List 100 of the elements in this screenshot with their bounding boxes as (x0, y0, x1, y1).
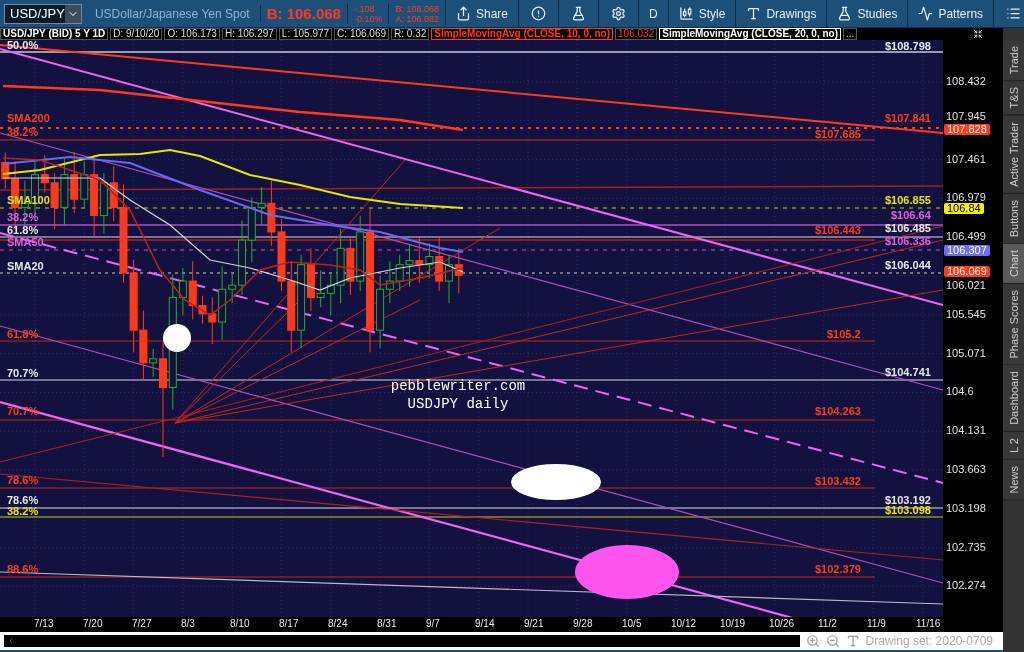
price-level-label: $103.098 (885, 505, 931, 516)
date-label: 7/20 (83, 618, 103, 629)
price-level-label: $103.432 (815, 476, 861, 487)
candlestick (415, 237, 424, 284)
chart-note: USDJPY daily (407, 396, 509, 412)
bid-price: B: 106.068 (259, 5, 347, 22)
fibonacci-label: SMA20 (7, 261, 44, 272)
date-label: 9/7 (426, 618, 440, 629)
price-tick: 103.198 (946, 501, 986, 514)
fibonacci-label: 38.2% (7, 506, 39, 517)
date-label: 11/16 (916, 618, 941, 629)
candlestick (70, 151, 79, 214)
candlestick-icon (678, 6, 694, 21)
toolbar-button[interactable]: Style (667, 0, 736, 27)
price-tick: 105.545 (946, 307, 986, 320)
fibonacci-label: 78.6% (7, 475, 39, 486)
toolbar-button[interactable]: Patterns (907, 0, 994, 27)
fibonacci-label: SMA200 (7, 113, 50, 124)
zoom-out-icon[interactable] (825, 634, 840, 648)
ohlc-value: R: 0.32 (391, 28, 430, 40)
ohlc-value: H: 106.297 (221, 28, 277, 40)
price-badge: 106.307 (944, 245, 990, 256)
side-tab[interactable]: Chart (1003, 243, 1024, 284)
fibonacci-label: 88.6% (7, 564, 39, 575)
side-tab[interactable]: L 2 (1003, 432, 1024, 460)
side-tab[interactable]: Active Trader (1003, 115, 1024, 194)
candlestick (405, 243, 414, 288)
candlestick (395, 254, 404, 292)
price-tick: 107.461 (946, 152, 986, 165)
pattern-icon (918, 6, 934, 21)
price-level-label: $107.685 (815, 129, 861, 140)
price-tick: 104.6 (946, 385, 974, 398)
candlestick (99, 172, 108, 235)
side-tab[interactable]: Phase Scores (1003, 283, 1024, 366)
chart-note: pebblewriter.com (390, 378, 526, 394)
toolbar-button[interactable]: Share (445, 0, 518, 27)
scrollbar[interactable] (4, 635, 800, 647)
ask-quote: A: 106.082 (395, 13, 439, 24)
toolbar-button[interactable]: D (638, 0, 668, 27)
price-tick: 106.979 (946, 191, 986, 204)
date-label: 8/17 (279, 618, 299, 629)
chart-title: USD/JPY (BID) 5 Y 1D (0, 28, 109, 40)
date-label: 8/3 (181, 618, 195, 629)
date-label: 10/26 (769, 618, 795, 629)
toolbar-button[interactable]: Studies (826, 0, 908, 27)
price-tick: 107.945 (946, 110, 986, 122)
dropdown-icon[interactable] (64, 4, 81, 23)
study-name: SimpleMovingAvg (CLOSE, 20, 0, no) (659, 28, 841, 40)
date-label: 11/9 (867, 618, 886, 629)
price-tick: 108.432 (946, 75, 986, 87)
fibonacci-label: 61.8% (7, 329, 39, 340)
net-change: -.108 (353, 3, 376, 14)
share-icon (456, 6, 471, 21)
text-tool-icon (746, 6, 762, 21)
price-tick: 104.131 (946, 424, 986, 437)
date-label: 9/21 (524, 618, 544, 629)
price-level-label: $106.485 (885, 223, 931, 234)
price-level-label: $104.263 (815, 406, 861, 417)
flask-icon (837, 6, 853, 21)
candlestick (60, 157, 69, 226)
date-label: 10/19 (720, 618, 746, 629)
ohlc-value: O: 106.173 (164, 28, 220, 40)
price-badge: 107.828 (944, 124, 990, 135)
symbol-field[interactable]: USD/JPY (4, 3, 82, 24)
zoom-in-icon[interactable] (805, 634, 820, 648)
date-label: 8/10 (230, 618, 250, 629)
price-tick: 105.071 (946, 346, 986, 359)
fibonacci-label: 78.6% (7, 495, 39, 506)
side-tab[interactable]: Trade (1003, 40, 1024, 82)
study-value: 106.032 (615, 28, 658, 40)
side-tab[interactable]: Dashboard (1003, 365, 1024, 433)
collapse-icon[interactable] (973, 29, 983, 39)
side-tab[interactable]: News (1003, 459, 1024, 501)
price-level-label: $104.741 (885, 367, 931, 378)
fibonacci-label: 70.7% (7, 406, 39, 417)
more-indicator[interactable]: ... (843, 28, 858, 40)
ohlc-value: L: 105.977 (278, 28, 333, 40)
price-tick: 102.274 (946, 579, 986, 592)
price-badge: 106.069 (944, 266, 990, 277)
scroll-left-icon[interactable] (7, 637, 15, 645)
price-level-label: $107.841 (885, 113, 931, 124)
circle-marker (163, 324, 191, 352)
date-label: 8/31 (377, 618, 397, 629)
price-level-label: $106.443 (815, 225, 861, 236)
date-label: 8/24 (328, 618, 348, 629)
side-tab[interactable]: T&S (1003, 81, 1024, 116)
date-label: 7/27 (132, 618, 152, 629)
toolbar-button[interactable]: Drawings (735, 0, 827, 27)
percent-change: -0.10% (353, 13, 383, 24)
side-tab[interactable]: Buttons (1003, 193, 1024, 244)
price-badge: 106.84 (944, 203, 984, 214)
date-label: 9/14 (475, 618, 495, 629)
price-tick: 102.735 (946, 540, 986, 553)
text-tool-icon[interactable] (845, 634, 860, 648)
price-level-label: $105.2 (827, 329, 861, 340)
bid-quote: B: 106.068 (395, 3, 439, 14)
price-tick: 106.021 (946, 279, 986, 291)
price-tick: 103.663 (946, 463, 986, 475)
date-label: 10/5 (622, 618, 642, 629)
price-tick: 106.499 (946, 230, 986, 243)
